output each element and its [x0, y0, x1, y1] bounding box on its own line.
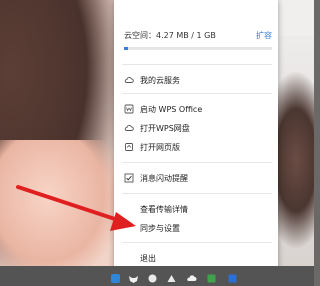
menu-item-label: 打开WPS网盘	[140, 123, 190, 133]
tray-vpn-icon[interactable]	[227, 269, 238, 283]
tray-fox-icon[interactable]	[128, 269, 139, 283]
menu-item-label: 消息闪动提醒	[140, 173, 188, 183]
expand-storage-link[interactable]: 扩容	[256, 30, 272, 42]
wallpaper-hair-right	[272, 70, 314, 250]
menu-item-label: 启动 WPS Office	[140, 104, 203, 114]
tray-app-icon[interactable]	[147, 269, 158, 283]
tray-app-icon-2[interactable]	[166, 269, 177, 282]
cloud-icon	[124, 75, 134, 85]
menu-item-exit[interactable]: 退出	[124, 250, 156, 266]
menu-item-label: 同步与设置	[140, 223, 180, 233]
menu-item-label: 我的云服务	[140, 75, 180, 85]
menu-item-view-transfer[interactable]: 查看传输详情	[124, 201, 188, 217]
menu-item-label: 查看传输详情	[140, 204, 188, 214]
menu-item-launch-wps[interactable]: 启动 WPS Office	[124, 101, 202, 117]
tray-cloud-icon[interactable]	[186, 269, 197, 281]
menu-item-sync-settings[interactable]: 同步与设置	[124, 220, 180, 236]
menu-item-my-cloud[interactable]: 我的云服务	[124, 72, 180, 88]
checkbox-checked-icon[interactable]	[124, 173, 134, 183]
menu-item-open-web[interactable]: 打开网页版	[124, 139, 180, 155]
browser-icon	[124, 142, 134, 152]
storage-label: 云空间：4.27 MB / 1 GB	[124, 31, 216, 40]
menu-item-open-wps-cloud[interactable]: 打开WPS网盘	[124, 120, 190, 136]
wps-icon	[124, 104, 134, 114]
menu-item-message-flash[interactable]: 消息闪动提醒	[124, 170, 188, 186]
menu-divider	[122, 162, 272, 163]
wps-tray-context-menu: 云空间：4.27 MB / 1 GB 扩容 我的云服务 启动 WPS Offic…	[114, 0, 278, 272]
tray-security-icon[interactable]	[206, 269, 217, 283]
storage-row: 云空间：4.27 MB / 1 GB 扩容	[124, 30, 272, 42]
wallpaper-figure	[0, 140, 120, 266]
storage-progress-fill	[124, 47, 129, 50]
menu-divider	[122, 193, 272, 194]
menu-item-label: 退出	[140, 253, 156, 263]
storage-progress-bar	[124, 47, 272, 50]
cloud-outline-icon	[124, 123, 134, 133]
menu-divider	[122, 64, 272, 65]
tray-wps-icon[interactable]	[110, 269, 121, 283]
menu-divider	[122, 93, 272, 94]
menu-divider	[122, 242, 272, 243]
menu-item-label: 打开网页版	[140, 142, 180, 152]
